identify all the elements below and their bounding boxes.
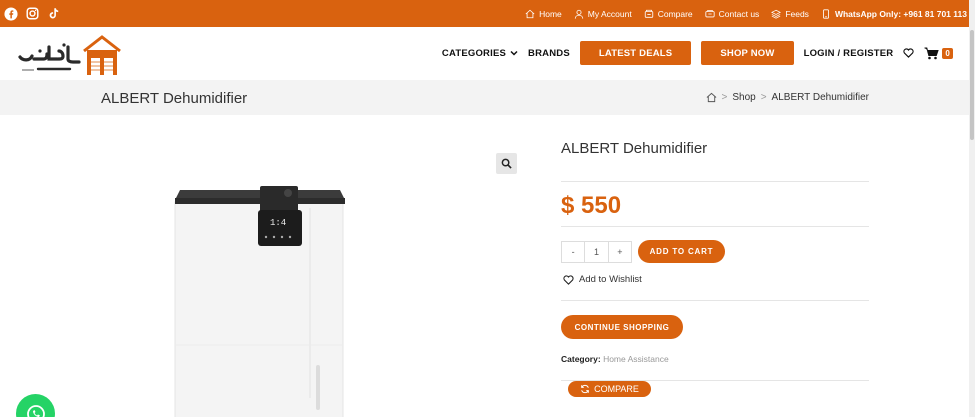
- latest-deals-button[interactable]: LATEST DEALS: [579, 41, 692, 65]
- divider: [561, 181, 869, 182]
- phone-icon: [705, 9, 715, 17]
- product-category: Category: Home Assistance: [561, 354, 669, 364]
- category-link[interactable]: Home Assistance: [603, 354, 669, 364]
- refresh-icon: [581, 384, 589, 394]
- whatsapp-number[interactable]: WhatsApp Only: +961 81 701 113: [821, 9, 967, 19]
- site-logo[interactable]: [16, 33, 122, 77]
- site-header: CATEGORIES BRANDS LATEST DEALS SHOP NOW …: [0, 27, 975, 80]
- nav-categories[interactable]: CATEGORIES: [442, 48, 518, 59]
- product-price: $ 550: [561, 192, 622, 219]
- user-icon: [574, 9, 583, 19]
- top-link-contact[interactable]: Contact us: [705, 8, 760, 19]
- qty-input[interactable]: 1: [584, 242, 609, 262]
- tiktok-icon[interactable]: [46, 7, 60, 21]
- top-link-label: Contact us: [718, 8, 760, 19]
- top-link-label: My Account: [587, 8, 632, 19]
- facebook-icon[interactable]: [4, 6, 18, 21]
- login-register-link[interactable]: LOGIN / REGISTER: [804, 48, 894, 59]
- product-title: ALBERT Dehumidifier: [561, 140, 708, 157]
- whatsapp-label: WhatsApp Only: +961 81 701 113: [834, 8, 967, 19]
- zoom-button[interactable]: [496, 153, 517, 174]
- nav-brands[interactable]: BRANDS: [528, 48, 570, 59]
- magnifier-icon: [501, 158, 512, 169]
- whatsapp-icon: [26, 404, 45, 417]
- category-label: Category:: [561, 354, 601, 364]
- top-link-label: Home: [539, 8, 562, 19]
- shop-now-button[interactable]: SHOP NOW: [701, 41, 794, 65]
- social-links: [4, 6, 60, 21]
- cart-button[interactable]: 0: [924, 47, 953, 60]
- wishlist-icon[interactable]: [903, 48, 914, 58]
- home-icon[interactable]: [706, 92, 717, 103]
- heart-icon: [563, 274, 574, 285]
- main-nav: CATEGORIES BRANDS LATEST DEALS SHOP NOW …: [442, 41, 953, 65]
- product-image[interactable]: 1:4: [170, 180, 350, 417]
- add-to-wishlist-link[interactable]: Add to Wishlist: [563, 274, 642, 285]
- breadcrumb-separator: >: [760, 92, 767, 103]
- chevron-down-icon: [510, 50, 518, 56]
- quantity-stepper: - 1 +: [561, 241, 632, 263]
- feeds-icon: [771, 9, 782, 19]
- top-link-compare[interactable]: Compare: [644, 9, 693, 19]
- cart-count: 0: [942, 47, 953, 59]
- mobile-icon: [823, 8, 829, 19]
- whatsapp-chat-button[interactable]: [16, 394, 55, 417]
- compare-label: COMPARE: [594, 384, 639, 394]
- top-link-feeds[interactable]: Feeds: [771, 9, 809, 19]
- nav-categories-label: CATEGORIES: [441, 47, 507, 59]
- continue-shopping-button[interactable]: CONTINUE SHOPPING: [561, 315, 683, 339]
- instagram-icon[interactable]: [25, 7, 39, 21]
- top-link-label: Compare: [657, 8, 693, 19]
- compare-button[interactable]: COMPARE: [568, 381, 651, 397]
- divider: [561, 226, 869, 227]
- page-title: ALBERT Dehumidifier: [101, 90, 248, 107]
- product-summary: ALBERT Dehumidifier $ 550 - 1 + ADD TO C…: [561, 140, 869, 397]
- breadcrumb-current: ALBERT Dehumidifier: [771, 92, 869, 103]
- svg-text:1:4: 1:4: [270, 218, 286, 228]
- page: Home My Account Compare Contact us Feeds…: [0, 0, 975, 417]
- qty-minus-button[interactable]: -: [562, 242, 584, 262]
- breadcrumb-shop[interactable]: Shop: [732, 92, 755, 103]
- breadcrumb-separator: >: [721, 92, 728, 103]
- top-links: Home My Account Compare Contact us Feeds…: [525, 9, 967, 19]
- top-link-home[interactable]: Home: [525, 9, 562, 19]
- scrollbar-thumb[interactable]: [970, 30, 974, 140]
- top-link-account[interactable]: My Account: [574, 9, 632, 19]
- qty-plus-button[interactable]: +: [609, 242, 631, 262]
- page-title-bar: ALBERT Dehumidifier > Shop > ALBERT Dehu…: [0, 80, 975, 115]
- wishlist-label: Add to Wishlist: [579, 274, 642, 285]
- home-icon: [525, 9, 535, 18]
- cart-icon: [924, 47, 940, 59]
- top-bar: Home My Account Compare Contact us Feeds…: [0, 0, 975, 27]
- divider: [561, 300, 869, 301]
- scrollbar[interactable]: [969, 0, 975, 417]
- breadcrumb: > Shop > ALBERT Dehumidifier: [706, 92, 869, 103]
- add-to-cart-button[interactable]: ADD TO CART: [638, 240, 725, 263]
- top-link-label: Feeds: [785, 8, 809, 19]
- compare-icon: [644, 9, 653, 18]
